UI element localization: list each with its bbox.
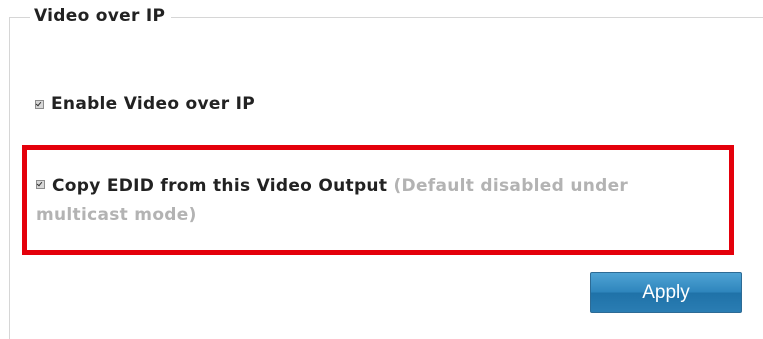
enable-video-over-ip-label: Enable Video over IP: [51, 94, 255, 114]
copy-edid-label: Copy EDID from this Video Output: [52, 176, 388, 196]
enable-video-over-ip-checkbox[interactable]: [35, 99, 44, 109]
copy-edid-option[interactable]: Copy EDID from this Video Output (Defaul…: [36, 172, 696, 230]
section-title: Video over IP: [30, 6, 172, 26]
apply-button[interactable]: Apply: [590, 272, 742, 313]
enable-video-over-ip-option[interactable]: Enable Video over IP: [35, 94, 255, 114]
copy-edid-checkbox[interactable]: [36, 180, 45, 189]
